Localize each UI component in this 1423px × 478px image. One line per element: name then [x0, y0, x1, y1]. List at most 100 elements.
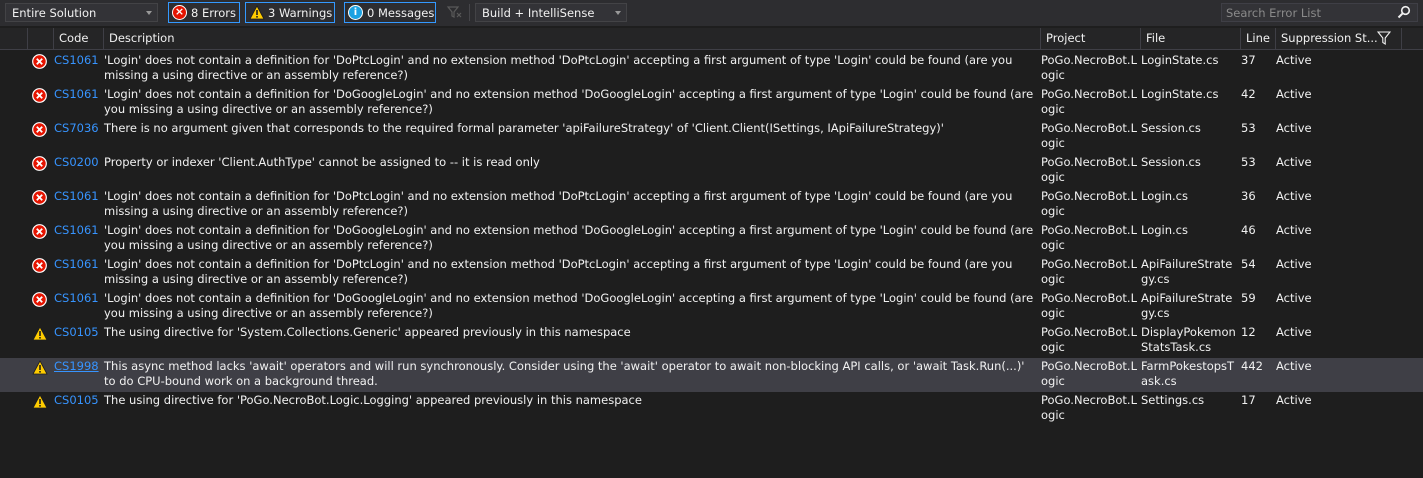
error-description: 'Login' does not contain a definition fo… [104, 189, 1013, 218]
warnings-filter-label: 3 Warnings [268, 6, 333, 20]
column-header-description[interactable]: Description [103, 28, 1040, 49]
error-description: Property or indexer 'Client.AuthType' ca… [104, 155, 540, 169]
error-code-link[interactable]: CS0105 [54, 393, 99, 408]
error-project: PoGo.NecroBot.Logic [1041, 189, 1137, 218]
error-row[interactable]: CS0105 The using directive for 'PoGo.Necr… [0, 392, 1423, 426]
error-file: FarmPokestopsTask.cs [1141, 359, 1235, 388]
error-row[interactable]: CS1998 This async method lacks 'await' op… [0, 358, 1423, 392]
error-code-link[interactable]: CS1061 [54, 257, 99, 272]
error-icon: × [172, 5, 187, 20]
error-icon [32, 292, 47, 307]
error-description: This async method lacks 'await' operator… [104, 359, 1025, 388]
column-header-project[interactable]: Project [1040, 28, 1140, 49]
error-project: PoGo.NecroBot.Logic [1041, 155, 1137, 184]
error-code-link[interactable]: CS0105 [54, 325, 99, 340]
error-code-link[interactable]: CS1061 [54, 189, 99, 204]
error-project: PoGo.NecroBot.Logic [1041, 223, 1137, 252]
error-file: Settings.cs [1141, 393, 1205, 407]
chevron-down-icon [146, 11, 152, 15]
error-project: PoGo.NecroBot.Logic [1041, 291, 1137, 320]
error-code-link[interactable]: CS7036 [54, 121, 99, 136]
error-project: PoGo.NecroBot.Logic [1041, 53, 1137, 82]
messages-filter-label: 0 Messages [367, 6, 435, 20]
error-description: The using directive for 'PoGo.NecroBot.L… [104, 393, 642, 407]
search-input[interactable] [1226, 5, 1386, 20]
error-line: 12 [1241, 325, 1256, 339]
info-icon: i [348, 5, 363, 20]
error-row[interactable]: CS1061 'Login' does not contain a definit… [0, 290, 1423, 324]
error-project: PoGo.NecroBot.Logic [1041, 359, 1137, 388]
column-header-line[interactable]: Line [1240, 28, 1275, 49]
error-icon [32, 88, 47, 103]
error-code-link[interactable]: CS1061 [54, 53, 99, 68]
error-suppression-state: Active [1276, 223, 1312, 237]
error-project: PoGo.NecroBot.Logic [1041, 257, 1137, 286]
warning-icon [249, 5, 265, 20]
toolbar-separator [469, 4, 470, 21]
column-header-code[interactable]: Code [53, 28, 103, 49]
clear-filter-icon[interactable] [446, 4, 462, 20]
chevron-down-icon [615, 11, 621, 15]
error-description: The using directive for 'System.Collecti… [104, 325, 631, 339]
error-file: DisplayPokemonStatsTask.cs [1141, 325, 1236, 354]
error-line: 36 [1241, 189, 1256, 203]
error-file: LoginState.cs [1141, 87, 1219, 101]
column-header-icon[interactable] [27, 28, 53, 49]
error-line: 442 [1241, 359, 1263, 373]
error-code-link[interactable]: CS1061 [54, 223, 99, 238]
error-row[interactable]: CS7036 There is no argument given that co… [0, 120, 1423, 154]
messages-filter-button[interactable]: i 0 Messages [344, 2, 436, 23]
error-row[interactable]: CS1061 'Login' does not contain a definit… [0, 256, 1423, 290]
error-suppression-state: Active [1276, 325, 1312, 339]
error-file: Session.cs [1141, 155, 1201, 169]
error-icon [32, 190, 47, 205]
error-file: ApiFailureStrategy.cs [1141, 257, 1233, 286]
error-list-header: Code Description Project File Line Suppr… [0, 28, 1423, 50]
filter-icon[interactable] [1376, 31, 1392, 45]
error-suppression-state: Active [1276, 121, 1312, 135]
errors-filter-label: 8 Errors [191, 6, 236, 20]
error-code-link[interactable]: CS0200 [54, 155, 99, 170]
error-line: 46 [1241, 223, 1256, 237]
column-header-severity[interactable] [0, 28, 27, 49]
error-code-link[interactable]: CS1061 [54, 87, 99, 102]
error-list-toolbar: Entire Solution × 8 Errors 3 Warnings i … [0, 0, 1423, 26]
scope-dropdown[interactable]: Entire Solution [5, 3, 158, 22]
error-line: 17 [1241, 393, 1256, 407]
warning-icon [32, 326, 48, 341]
error-suppression-state: Active [1276, 393, 1312, 407]
search-icon[interactable] [1397, 5, 1411, 19]
error-row[interactable]: CS1061 'Login' does not contain a definit… [0, 222, 1423, 256]
error-row[interactable]: CS1061 'Login' does not contain a definit… [0, 188, 1423, 222]
error-project: PoGo.NecroBot.Logic [1041, 87, 1137, 116]
search-box[interactable] [1221, 3, 1418, 22]
error-file: LoginState.cs [1141, 53, 1219, 67]
error-project: PoGo.NecroBot.Logic [1041, 393, 1137, 422]
error-line: 59 [1241, 291, 1256, 305]
error-description: 'Login' does not contain a definition fo… [104, 53, 1013, 82]
error-file: Login.cs [1141, 223, 1188, 237]
column-header-file[interactable]: File [1140, 28, 1240, 49]
scope-dropdown-value: Entire Solution [12, 6, 97, 20]
error-icon [32, 258, 47, 273]
error-suppression-state: Active [1276, 155, 1312, 169]
build-source-dropdown[interactable]: Build + IntelliSense [475, 3, 627, 22]
errors-filter-button[interactable]: × 8 Errors [168, 2, 240, 23]
error-suppression-state: Active [1276, 291, 1312, 305]
error-suppression-state: Active [1276, 359, 1312, 373]
error-icon [32, 54, 47, 69]
error-file: ApiFailureStrategy.cs [1141, 291, 1233, 320]
error-row[interactable]: CS1061 'Login' does not contain a definit… [0, 52, 1423, 86]
error-row[interactable]: CS0200 Property or indexer 'Client.AuthTy… [0, 154, 1423, 188]
error-project: PoGo.NecroBot.Logic [1041, 325, 1137, 354]
error-file: Session.cs [1141, 121, 1201, 135]
error-description: There is no argument given that correspo… [104, 121, 944, 135]
error-row[interactable]: CS1061 'Login' does not contain a definit… [0, 86, 1423, 120]
error-code-link[interactable]: CS1998 [54, 359, 99, 374]
error-icon [32, 156, 47, 171]
error-suppression-state: Active [1276, 53, 1312, 67]
error-code-link[interactable]: CS1061 [54, 291, 99, 306]
warning-icon [32, 360, 48, 375]
error-row[interactable]: CS0105 The using directive for 'System.Co… [0, 324, 1423, 358]
warnings-filter-button[interactable]: 3 Warnings [245, 2, 335, 23]
